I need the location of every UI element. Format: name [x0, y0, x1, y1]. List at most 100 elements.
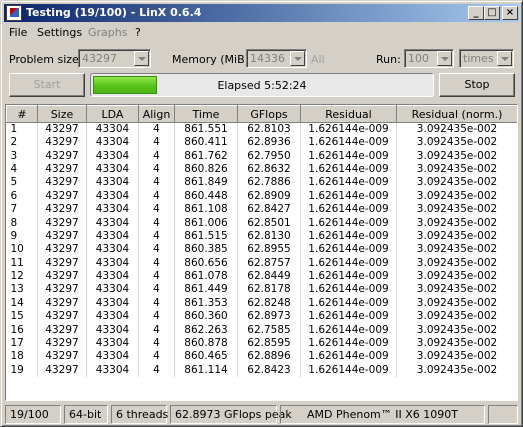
- table-row[interactable]: 6 43297 43304 4 860.448 62.8909 1.626144e-009 3…: [6, 189, 517, 203]
- table-cell: 3.092435e-002: [396, 283, 517, 297]
- table-cell: 43304: [86, 243, 139, 257]
- problem-size-combo[interactable]: 43297: [78, 49, 151, 68]
- table-row[interactable]: 5 43297 43304 4 861.849 62.7886 1.626144e-009 3…: [6, 176, 517, 190]
- table-row[interactable]: 18 43297 43304 4 860.465 62.8896 1.626144e-009…: [6, 350, 517, 364]
- column-header-time[interactable]: Time: [174, 105, 238, 123]
- table-cell: 62.8973: [237, 310, 301, 324]
- minimize-icon: _: [473, 7, 479, 18]
- table-cell: 62.8757: [237, 256, 301, 270]
- column-header-size[interactable]: Size: [37, 105, 87, 123]
- menu-bar: File Settings Graphs ?: [4, 24, 519, 42]
- table-cell: 43297: [37, 122, 87, 136]
- table-cell: 43304: [86, 202, 139, 217]
- all-memory-option[interactable]: All: [311, 53, 325, 66]
- table-cell: 43297: [37, 176, 87, 190]
- chevron-down-icon[interactable]: [290, 51, 305, 66]
- table-cell: 1.626144e-009: [300, 202, 397, 217]
- table-cell: 1.626144e-009: [300, 363, 397, 378]
- table-cell: 4: [138, 336, 175, 351]
- run-count-combo[interactable]: 100: [404, 49, 454, 68]
- table-row[interactable]: 15 43297 43304 4 860.360 62.8973 1.626144e-009…: [6, 310, 517, 324]
- start-button[interactable]: Start: [9, 73, 85, 97]
- table-cell: 862.263: [174, 323, 238, 337]
- table-row[interactable]: 17 43297 43304 4 860.878 62.8595 1.626144e-009…: [6, 336, 517, 351]
- column-header-index[interactable]: #: [6, 105, 38, 123]
- table-cell: 62.8449: [237, 269, 301, 284]
- table-cell: 861.849: [174, 176, 238, 190]
- close-button[interactable]: ×: [502, 6, 518, 20]
- table-row[interactable]: 7 43297 43304 4 861.108 62.8427 1.626144e-009 3…: [6, 202, 517, 217]
- menu-help[interactable]: ?: [135, 26, 141, 39]
- table-cell: 3.092435e-002: [396, 202, 517, 217]
- table-cell: 43304: [86, 296, 139, 311]
- status-peak: 62.8973 GFlops peak: [170, 405, 292, 424]
- run-unit-combo[interactable]: times: [459, 49, 514, 68]
- table-cell: 4: [138, 202, 175, 217]
- menu-file[interactable]: File: [9, 26, 27, 39]
- column-header-residual-norm[interactable]: Residual (norm.): [396, 105, 517, 123]
- test-progress-bar: Elapsed 5:52:24: [90, 73, 434, 97]
- column-header-lda[interactable]: LDA: [86, 105, 139, 123]
- column-header-gflops[interactable]: GFlops: [237, 105, 301, 123]
- chevron-down-icon[interactable]: [497, 51, 512, 66]
- table-cell: 62.8595: [237, 336, 301, 351]
- table-row[interactable]: 14 43297 43304 4 861.353 62.8248 1.626144e-009…: [6, 296, 517, 311]
- table-cell: 43297: [37, 136, 87, 150]
- memory-label: Memory (MiB):: [172, 53, 253, 66]
- table-cell: 17: [6, 336, 38, 351]
- run-label: Run:: [376, 53, 401, 66]
- results-table[interactable]: # Size LDA Align Time GFlops Residual Re…: [5, 104, 518, 401]
- title-bar[interactable]: Testing (19/100) - LinX 0.6.4 _ □ ×: [4, 4, 519, 22]
- table-cell: 860.360: [174, 310, 238, 324]
- table-row[interactable]: 8 43297 43304 4 861.006 62.8501 1.626144e-009 3…: [6, 216, 517, 230]
- table-cell: 43297: [37, 256, 87, 270]
- table-cell: 4: [138, 189, 175, 203]
- table-row[interactable]: 1 43297 43304 4 861.551 62.8103 1.626144e-009 3…: [6, 122, 517, 136]
- table-cell: 861.108: [174, 202, 238, 217]
- column-header-align[interactable]: Align: [138, 105, 175, 123]
- table-cell: 15: [6, 310, 38, 324]
- chevron-down-icon[interactable]: [437, 51, 452, 66]
- table-row[interactable]: 2 43297 43304 4 860.411 62.8936 1.626144e-009 3…: [6, 136, 517, 150]
- table-row[interactable]: 3 43297 43304 4 861.762 62.7950 1.626144e-009 3…: [6, 149, 517, 163]
- table-cell: 860.878: [174, 336, 238, 351]
- table-cell: 1.626144e-009: [300, 189, 397, 203]
- table-cell: 43304: [86, 122, 139, 136]
- table-cell: 861.762: [174, 149, 238, 163]
- table-row[interactable]: 19 43297 43304 4 861.114 62.8423 1.626144e-009…: [6, 363, 517, 378]
- table-row[interactable]: 13 43297 43304 4 861.449 62.8178 1.626144e-009…: [6, 283, 517, 297]
- table-cell: 1.626144e-009: [300, 162, 397, 177]
- table-cell: 4: [138, 162, 175, 177]
- table-cell: 1.626144e-009: [300, 243, 397, 257]
- stop-button[interactable]: Stop: [439, 73, 515, 97]
- table-row[interactable]: 10 43297 43304 4 860.385 62.8955 1.626144e-009…: [6, 243, 517, 257]
- linx-app-icon[interactable]: [6, 5, 22, 21]
- table-cell: 1.626144e-009: [300, 336, 397, 351]
- table-cell: 43297: [37, 229, 87, 244]
- table-cell: 1.626144e-009: [300, 283, 397, 297]
- menu-settings[interactable]: Settings: [37, 26, 82, 39]
- table-row[interactable]: 4 43297 43304 4 860.826 62.8632 1.626144e-009 3…: [6, 162, 517, 177]
- table-cell: 43304: [86, 350, 139, 364]
- chevron-down-icon[interactable]: [134, 51, 149, 66]
- status-cpu: AMD Phenom™ II X6 1090T: [280, 405, 485, 424]
- table-row[interactable]: 9 43297 43304 4 861.515 62.8130 1.626144e-009 3…: [6, 229, 517, 244]
- close-icon: ×: [505, 7, 515, 18]
- status-resize-grip[interactable]: [488, 405, 518, 424]
- table-cell: 861.353: [174, 296, 238, 311]
- table-cell: 3.092435e-002: [396, 216, 517, 230]
- table-cell: 43304: [86, 336, 139, 351]
- table-cell: 4: [138, 256, 175, 270]
- table-row[interactable]: 11 43297 43304 4 860.656 62.8757 1.626144e-009…: [6, 256, 517, 270]
- table-row[interactable]: 16 43297 43304 4 862.263 62.7585 1.626144e-009…: [6, 323, 517, 337]
- table-cell: 4: [138, 176, 175, 190]
- table-row[interactable]: 12 43297 43304 4 861.078 62.8449 1.626144e-009…: [6, 269, 517, 284]
- column-header-residual[interactable]: Residual: [300, 105, 397, 123]
- menu-graphs[interactable]: Graphs: [88, 26, 127, 39]
- memory-combo[interactable]: 14336: [246, 49, 307, 68]
- table-cell: 860.448: [174, 189, 238, 203]
- linx-window: Testing (19/100) - LinX 0.6.4 _ □ × File…: [0, 0, 523, 427]
- table-cell: 4: [138, 363, 175, 378]
- maximize-button[interactable]: □: [484, 6, 500, 20]
- minimize-button[interactable]: _: [468, 6, 484, 20]
